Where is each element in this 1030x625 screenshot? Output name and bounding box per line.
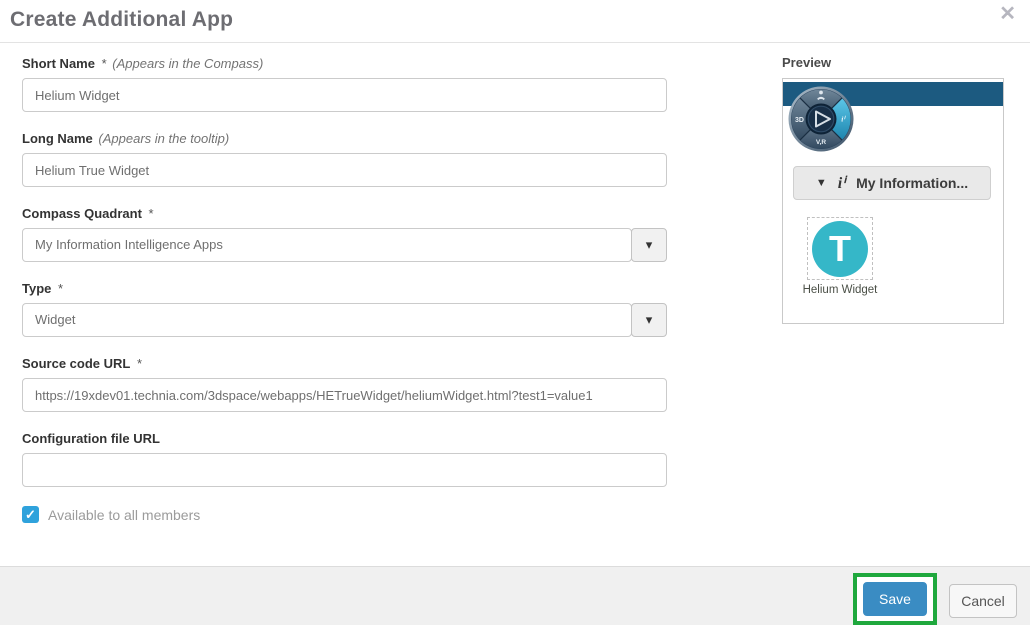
required-asterisk: * <box>102 56 107 71</box>
required-asterisk: * <box>137 356 142 371</box>
required-asterisk: * <box>58 281 63 296</box>
save-button-highlight: Save <box>853 573 937 625</box>
dialog-title: Create Additional App <box>10 8 233 32</box>
preview-label: Preview <box>782 55 1004 71</box>
chevron-down-icon: ▾ <box>646 312 653 328</box>
chevron-down-icon: ▾ <box>646 237 653 253</box>
field-short-name: Short Name * (Appears in the Compass) <box>22 56 667 112</box>
preview-quadrant-label: My Information... <box>856 175 968 191</box>
type-dropdown-button[interactable]: ▾ <box>631 303 667 337</box>
available-to-all-members-row: ✓ Available to all members <box>22 506 667 523</box>
field-configuration-file-url: Configuration file URL <box>22 431 667 487</box>
field-source-code-url: Source code URL * <box>22 356 667 412</box>
field-compass-quadrant: Compass Quadrant * My Information Intell… <box>22 206 667 262</box>
create-additional-app-dialog: Create Additional App ✕ Short Name * (Ap… <box>0 0 1030 625</box>
long-name-label: Long Name <box>22 131 93 146</box>
information-apps-icon: iⁱ <box>838 173 845 193</box>
field-type: Type * Widget ▾ <box>22 281 667 337</box>
compass-quadrant-select[interactable]: My Information Intelligence Apps ▾ <box>22 228 667 262</box>
save-button[interactable]: Save <box>863 582 927 616</box>
compass-vr-label: V,R <box>816 139 827 146</box>
configuration-file-url-label: Configuration file URL <box>22 431 160 446</box>
compass-quadrant-label: Compass Quadrant <box>22 206 142 221</box>
configuration-file-url-input[interactable] <box>22 453 667 487</box>
preview-panel: Preview <box>782 49 1004 324</box>
compass-3d-label: 3D <box>795 117 804 124</box>
type-select[interactable]: Widget ▾ <box>22 303 667 337</box>
compass-quadrant-value[interactable]: My Information Intelligence Apps <box>22 228 632 262</box>
app-tile-label: Helium Widget <box>780 284 900 296</box>
dialog-header: Create Additional App ✕ <box>0 0 1030 43</box>
short-name-hint: (Appears in the Compass) <box>112 56 263 71</box>
short-name-input[interactable] <box>22 78 667 112</box>
app-form: Short Name * (Appears in the Compass) Lo… <box>22 56 667 523</box>
close-icon[interactable]: ✕ <box>999 2 1016 26</box>
preview-app-tile[interactable]: T Helium Widget <box>807 217 875 296</box>
available-to-all-members-checkbox[interactable]: ✓ <box>22 506 39 523</box>
short-name-label: Short Name <box>22 56 95 71</box>
app-tile-selection-box: T <box>807 217 873 280</box>
dialog-footer: Save Cancel <box>0 566 1030 625</box>
preview-box: 3D iⁱ V,R ▼ iⁱ My Information... T Heliu… <box>782 78 1004 324</box>
preview-quadrant-button[interactable]: ▼ iⁱ My Information... <box>793 166 991 200</box>
available-to-all-members-label: Available to all members <box>48 507 200 523</box>
type-label: Type <box>22 281 51 296</box>
source-code-url-label: Source code URL <box>22 356 130 371</box>
long-name-input[interactable] <box>22 153 667 187</box>
helium-widget-app-icon: T <box>812 221 868 277</box>
source-code-url-input[interactable] <box>22 378 667 412</box>
required-asterisk: * <box>149 206 154 221</box>
triangle-down-icon: ▼ <box>816 177 827 189</box>
compass-icon: 3D iⁱ V,R <box>788 86 854 152</box>
field-long-name: Long Name (Appears in the tooltip) <box>22 131 667 187</box>
app-icon-letter: T <box>829 228 851 270</box>
cancel-button[interactable]: Cancel <box>949 584 1017 618</box>
compass-quadrant-dropdown-button[interactable]: ▾ <box>631 228 667 262</box>
type-value[interactable]: Widget <box>22 303 632 337</box>
checkmark-icon: ✓ <box>25 507 36 522</box>
long-name-hint: (Appears in the tooltip) <box>98 131 229 146</box>
